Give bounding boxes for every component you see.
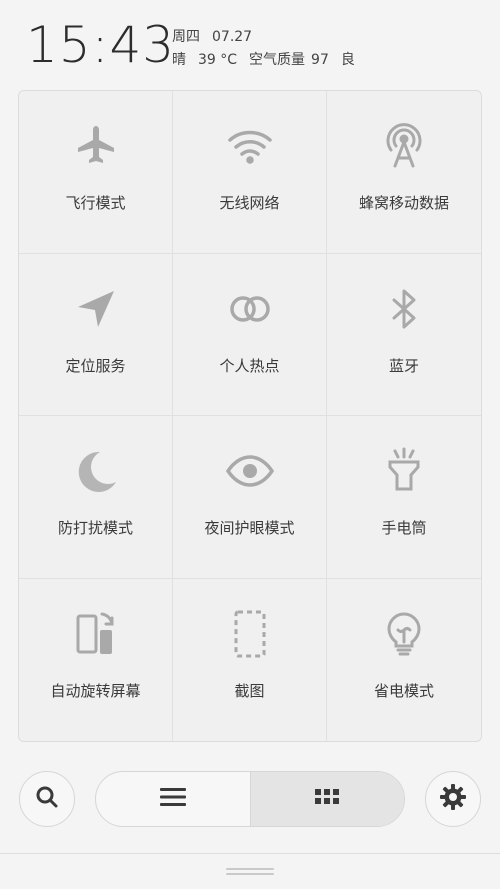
toggle-label: 定位服务 [65, 356, 126, 375]
settings-button[interactable] [425, 771, 481, 827]
toggle-power-saving[interactable]: 省电模式 [327, 578, 481, 741]
date: 07.27 [212, 29, 253, 45]
toggle-label: 飞行模式 [65, 194, 126, 213]
toggle-auto-rotate[interactable]: 自动旋转屏幕 [19, 578, 173, 741]
toggle-airplane-mode[interactable]: 飞行模式 [19, 91, 173, 254]
date-weather-info: 周四 07.27 晴 39 °C 空气质量 97 良 [172, 26, 367, 72]
wifi-icon [224, 120, 276, 172]
toggle-label: 自动旋转屏幕 [50, 682, 141, 701]
grid-view-button[interactable] [249, 772, 404, 826]
toggle-label: 截图 [234, 682, 265, 701]
cellular-tower-icon [378, 120, 430, 172]
air-quality-level: 良 [340, 52, 355, 68]
temperature: 39 °C [198, 52, 238, 68]
air-quality-label: 空气质量 [249, 52, 306, 68]
status-header: 15:43 周四 07.27 晴 39 °C 空气质量 97 良 [0, 0, 500, 90]
list-view-button[interactable] [96, 772, 250, 826]
hotspot-rings-icon [224, 283, 276, 335]
bottom-controls [0, 770, 500, 830]
toggle-screenshot[interactable]: 截图 [173, 578, 327, 741]
toggle-night-eye-mode[interactable]: 夜间护眼模式 [173, 416, 327, 579]
toggle-label: 蜂窝移动数据 [358, 194, 449, 213]
view-mode-switch [95, 771, 405, 827]
airplane-icon [70, 120, 122, 172]
toggle-flashlight[interactable]: 手电筒 [327, 416, 481, 579]
search-button[interactable] [19, 771, 75, 827]
toggle-label: 无线网络 [219, 194, 280, 213]
eye-icon [224, 445, 276, 497]
clock-time: 15:43 [26, 16, 176, 74]
toggle-location[interactable]: 定位服务 [19, 253, 173, 416]
toggle-label: 防打扰模式 [57, 519, 133, 538]
rotate-screen-icon [70, 608, 122, 660]
lightbulb-icon [378, 608, 430, 660]
grid-icon [314, 787, 340, 811]
weekday: 周四 [172, 29, 200, 45]
weather: 晴 [172, 52, 186, 68]
toggle-do-not-disturb[interactable]: 防打扰模式 [19, 416, 173, 579]
location-arrow-icon [70, 283, 122, 335]
gear-icon [439, 783, 467, 815]
moon-icon [70, 445, 122, 497]
toggle-wifi[interactable]: 无线网络 [173, 91, 327, 254]
air-quality-value: 97 [311, 52, 329, 68]
list-icon [159, 786, 187, 812]
toggle-hotspot[interactable]: 个人热点 [173, 253, 327, 416]
search-icon [34, 784, 60, 814]
bluetooth-icon [378, 283, 430, 335]
toggle-label: 个人热点 [219, 356, 280, 375]
drag-handle[interactable] [226, 868, 274, 876]
toggle-label: 手电筒 [381, 519, 427, 538]
bottom-divider [0, 853, 500, 854]
toggle-cellular-data[interactable]: 蜂窝移动数据 [327, 91, 481, 254]
flashlight-icon [378, 445, 430, 497]
quick-toggles-panel: 飞行模式 无线网络 蜂窝移动数据 定位服务 个人热点 蓝牙 防打扰模式 夜间护眼… [18, 90, 482, 742]
toggle-bluetooth[interactable]: 蓝牙 [327, 253, 481, 416]
toggle-label: 夜间护眼模式 [204, 519, 295, 538]
toggle-label: 省电模式 [373, 682, 434, 701]
screenshot-icon [224, 608, 276, 660]
toggle-label: 蓝牙 [388, 356, 419, 375]
